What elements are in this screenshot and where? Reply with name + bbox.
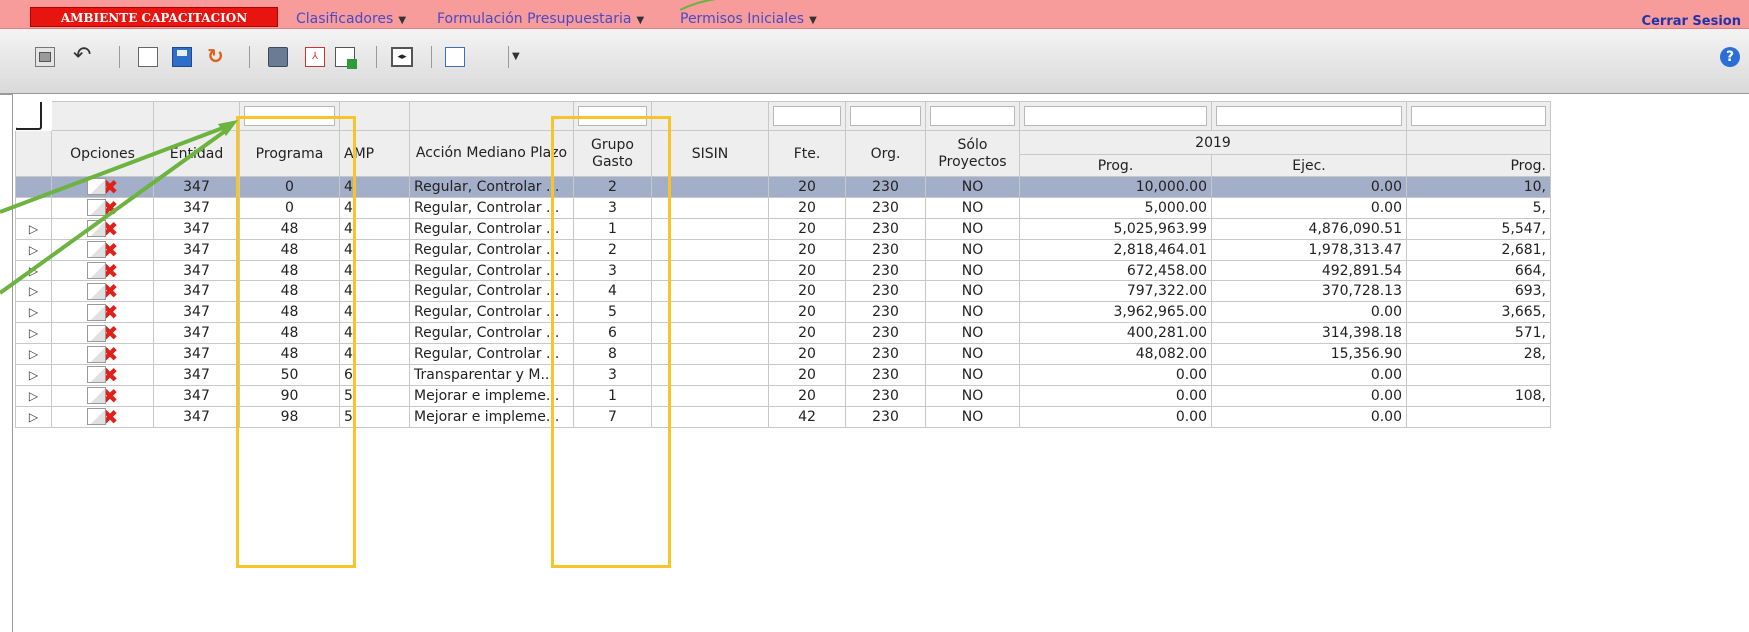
- callout-arrow-line: [0, 124, 229, 214]
- callout-arrow-line: [679, 0, 717, 11]
- callout-arrow-line: [0, 127, 230, 295]
- callout-overlay: [0, 0, 717, 295]
